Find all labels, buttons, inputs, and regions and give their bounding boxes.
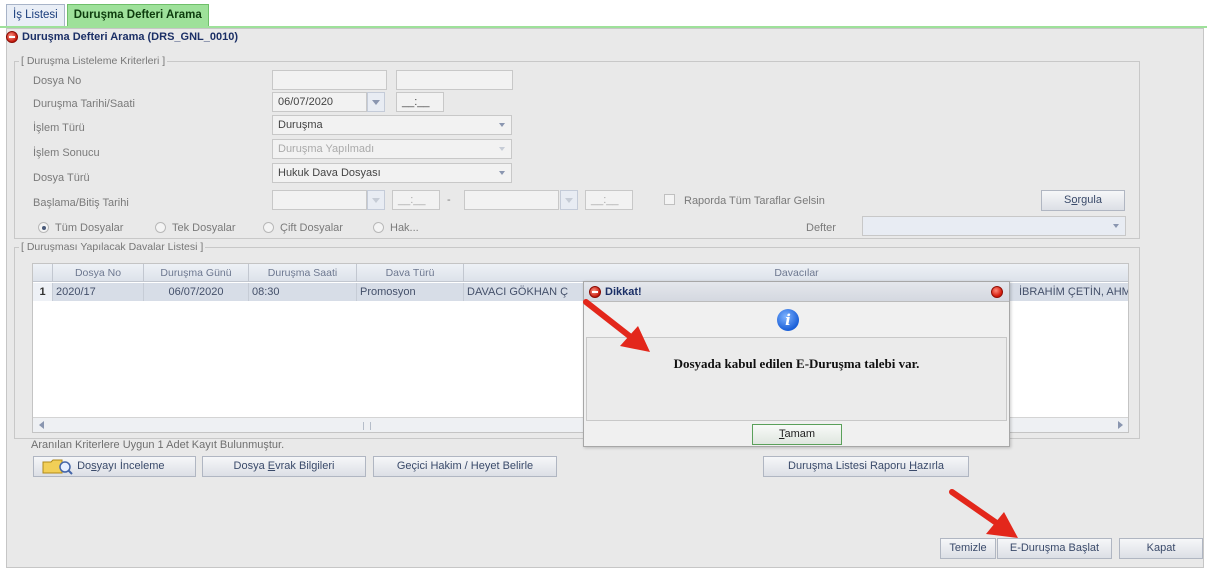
cell-dosya-no[interactable]: 2020/17 xyxy=(53,283,144,301)
dropdown-arrow-icon xyxy=(499,123,505,127)
dialog-message: Dosyada kabul edilen E-Duruşma talebi va… xyxy=(673,356,920,371)
dosya-turu-select[interactable]: Hukuk Dava Dosyası xyxy=(272,163,512,183)
tab-durusma-defteri-arama[interactable]: Duruşma Defteri Arama xyxy=(66,4,209,26)
durusma-listesi-raporu-button[interactable]: Duruşma Listesi Raporu Hazırla xyxy=(763,456,969,477)
raporda-checkbox[interactable] xyxy=(664,194,675,205)
islem-turu-label: İşlem Türü xyxy=(33,122,85,134)
cell-durusma-saati[interactable]: 08:30 xyxy=(249,283,357,301)
date-range-dash: - xyxy=(447,194,451,206)
islem-sonucu-select[interactable]: Duruşma Yapılmadı xyxy=(272,139,512,159)
dropdown-arrow-icon xyxy=(499,147,505,151)
raporda-label: Raporda Tüm Taraflar Gelsin xyxy=(684,195,825,207)
dropdown-arrow-icon xyxy=(1113,224,1119,228)
baslama-bitis-label: Başlama/Bitiş Tarihi xyxy=(33,197,129,209)
radio-cift-dosyalar-label: Çift Dosyalar xyxy=(280,222,343,234)
column-header-davacilar[interactable]: Davacılar xyxy=(464,264,1128,282)
chevron-down-icon xyxy=(565,198,573,203)
durusma-saat-input[interactable]: __:__ xyxy=(396,92,444,112)
sorgula-button[interactable]: Sorgula xyxy=(1041,190,1125,211)
tab-is-listesi[interactable]: İş Listesi xyxy=(6,4,65,26)
baslama-date-picker[interactable] xyxy=(367,190,385,210)
dosya-evrak-pre: Dosya xyxy=(233,460,268,472)
dosya-evrak-bilgileri-button[interactable]: Dosya Evrak Bilgileri xyxy=(202,456,366,477)
folder-search-icon xyxy=(42,459,73,475)
sorgula-label-post: rgula xyxy=(1077,194,1102,206)
scroll-thumb-grip[interactable] xyxy=(363,422,371,430)
close-icon[interactable] xyxy=(991,286,1003,298)
rapor-pre: Duruşma Listesi Raporu xyxy=(788,460,910,472)
app-icon xyxy=(6,31,18,43)
cell-davacilar-left: DAVACI GÖKHAN Ç xyxy=(467,286,569,298)
radio-tek-dosyalar-label: Tek Dosyalar xyxy=(172,222,236,234)
cell-dava-turu[interactable]: Promosyon xyxy=(357,283,464,301)
baslama-saat-input[interactable]: __:__ xyxy=(392,190,440,210)
tamam-rest: amam xyxy=(784,428,816,440)
dosyayi-inceleme-post: yayı İnceleme xyxy=(96,460,165,472)
chevron-down-icon xyxy=(372,198,380,203)
row-index[interactable]: 1 xyxy=(33,283,53,301)
durusma-tarihi-label: Duruşma Tarihi/Saati xyxy=(33,98,135,110)
radio-tum-dosyalar[interactable] xyxy=(38,222,49,233)
cell-davacilar-right: İBRAHİM ÇETİN, AHM xyxy=(1019,286,1129,298)
baslama-tarihi-input[interactable] xyxy=(272,190,367,210)
dosya-no-input-1[interactable] xyxy=(272,70,387,90)
scroll-right-icon[interactable] xyxy=(1118,421,1123,429)
tamam-button[interactable]: Tamam xyxy=(752,424,842,445)
bitis-saat-input[interactable]: __:__ xyxy=(585,190,633,210)
islem-sonucu-label: İşlem Sonucu xyxy=(33,147,100,159)
criteria-legend: [ Duruşma Listeleme Kriterleri ] xyxy=(21,55,166,67)
islem-turu-value: Duruşma xyxy=(278,119,323,131)
column-header-dosya-no[interactable]: Dosya No xyxy=(53,264,144,282)
cell-durusma-gunu[interactable]: 06/07/2020 xyxy=(144,283,249,301)
rapor-post: azırla xyxy=(917,460,944,472)
islem-turu-select[interactable]: Duruşma xyxy=(272,115,512,135)
dosyayi-inceleme-button[interactable]: Dosyayı İnceleme xyxy=(33,456,196,477)
bitis-date-picker[interactable] xyxy=(560,190,578,210)
dropdown-arrow-icon xyxy=(499,171,505,175)
date-picker-button[interactable] xyxy=(367,92,385,112)
defter-label: Defter xyxy=(806,222,836,234)
radio-hak[interactable] xyxy=(373,222,384,233)
gecici-hakim-button[interactable]: Geçici Hakim / Heyet Belirle xyxy=(373,456,557,477)
dosya-no-input-2[interactable] xyxy=(396,70,513,90)
red-arrow-icon xyxy=(949,489,1018,538)
status-text: Aranılan Kriterlere Uygun 1 Adet Kayıt B… xyxy=(31,439,285,451)
window-title-text: Duruşma Defteri Arama (DRS_GNL_0010) xyxy=(22,31,238,43)
column-header-dava-turu[interactable]: Dava Türü xyxy=(357,264,464,282)
criteria-group: [ Duruşma Listeleme Kriterleri ] xyxy=(14,55,1140,239)
radio-cift-dosyalar[interactable] xyxy=(263,222,274,233)
tab-bar: İş Listesi Duruşma Defteri Arama xyxy=(6,4,211,26)
column-header-durusma-saati[interactable]: Duruşma Saati xyxy=(249,264,357,282)
radio-tek-dosyalar[interactable] xyxy=(155,222,166,233)
info-icon: i xyxy=(777,309,799,331)
scroll-left-icon[interactable] xyxy=(39,421,44,429)
red-arrow-icon xyxy=(583,299,650,352)
list-legend: [ Duruşması Yapılacak Davalar Listesi ] xyxy=(21,241,204,253)
dosya-turu-label: Dosya Türü xyxy=(33,172,90,184)
durusma-tarihi-input[interactable]: 06/07/2020 xyxy=(272,92,367,112)
table-corner xyxy=(33,264,53,282)
radio-tum-dosyalar-label: Tüm Dosyalar xyxy=(55,222,124,234)
column-header-durusma-gunu[interactable]: Duruşma Günü xyxy=(144,264,249,282)
radio-hak-label: Hak... xyxy=(390,222,419,234)
dosya-no-label: Dosya No xyxy=(33,75,82,87)
rapor-mnemonic: H xyxy=(909,460,918,472)
islem-sonucu-value: Duruşma Yapılmadı xyxy=(278,143,375,155)
dosya-evrak-post: vrak Bilgileri xyxy=(275,460,335,472)
defter-select[interactable] xyxy=(862,216,1126,236)
kapat-button[interactable]: Kapat xyxy=(1119,538,1203,559)
dosya-turu-value: Hukuk Dava Dosyası xyxy=(278,167,381,179)
bitis-tarihi-input[interactable] xyxy=(464,190,559,210)
window-title: Duruşma Defteri Arama (DRS_GNL_0010) xyxy=(6,29,238,45)
dosyayi-inceleme-pre: Do xyxy=(77,460,92,472)
chevron-down-icon xyxy=(372,100,380,105)
